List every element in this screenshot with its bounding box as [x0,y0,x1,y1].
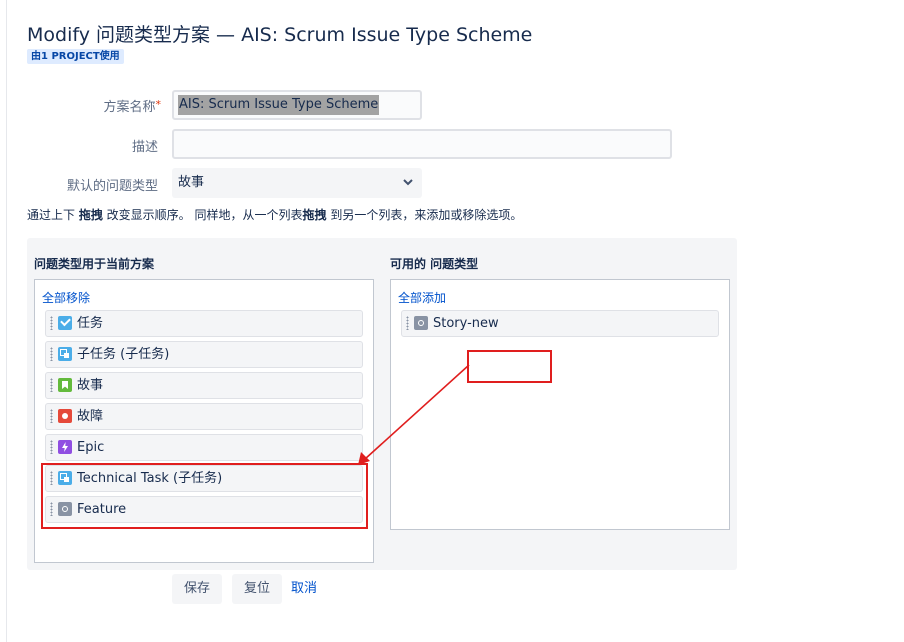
usage-badge: 由1 PROJECT使用 [27,49,124,64]
instr-bold1: 拖拽 [78,208,103,222]
add-all-link[interactable]: 全部添加 [398,289,446,306]
scheme-name-value: AIS: Scrum Issue Type Scheme [178,95,380,115]
page-left-border [6,0,7,642]
list-item-label: 故事 [77,378,104,393]
list-item-label: Epic [77,440,105,455]
list-item-epic[interactable]: Epic [45,434,363,461]
description-label: 描述 [131,140,158,155]
list-item-task[interactable]: 任务 [45,310,363,337]
drag-handle-icon[interactable] [50,316,53,330]
bug-icon [58,409,72,423]
drag-instructions: 通过上下 拖拽 改变显示顺序。 同样地，从一个列表拖拽 到另一个列表，来添加或移… [27,206,522,223]
list-item-label: 任务 [77,316,104,331]
list-item-story-new[interactable]: Story-new [401,310,719,337]
cancel-link[interactable]: 取消 [291,574,317,604]
current-list-title: 问题类型用于当前方案 [34,257,155,271]
instr-part1: 通过上下 [27,208,79,222]
annotation-highlight-box [41,463,368,529]
drag-handle-icon[interactable] [50,347,53,361]
generic-issue-icon [414,316,428,330]
list-item-subtask[interactable]: 子任务 (子任务) [45,341,363,368]
scheme-name-label-text: 方案名称 [103,100,156,115]
remove-all-link[interactable]: 全部移除 [42,289,90,306]
required-mark: * [155,98,162,111]
task-icon [58,316,72,330]
default-issue-type-label: 默认的问题类型 [66,179,158,194]
annotation-target-box [467,350,552,383]
default-issue-type-select[interactable]: 故事 [172,168,422,198]
reset-button[interactable]: 复位 [232,574,282,604]
list-item-story[interactable]: 故事 [45,372,363,399]
list-item-label: 子任务 (子任务) [77,347,170,362]
story-icon [58,378,72,392]
description-input[interactable] [172,129,672,159]
instr-part3: 到另一个列表，来添加或移除选项。 [326,208,523,222]
chevron-down-icon [402,168,414,209]
drag-handle-icon[interactable] [406,316,409,330]
instr-part2: 改变显示顺序。 同样地，从一个列表 [102,208,303,222]
scheme-name-label: 方案名称* [60,96,161,115]
subtask-icon [58,347,72,361]
scheme-name-input[interactable]: AIS: Scrum Issue Type Scheme [172,90,422,120]
list-item-label: 故障 [77,409,104,424]
epic-icon [58,440,72,454]
available-list-title: 可用的 问题类型 [390,257,479,271]
drag-handle-icon[interactable] [50,409,53,423]
drag-handle-icon[interactable] [50,378,53,392]
page-title: Modify 问题类型方案 — AIS: Scrum Issue Type Sc… [27,24,533,46]
instr-bold2: 拖拽 [302,208,327,222]
save-button[interactable]: 保存 [172,574,222,604]
drag-handle-icon[interactable] [50,440,53,454]
list-item-label: Story-new [433,316,499,331]
list-item-bug[interactable]: 故障 [45,403,363,430]
default-issue-type-value: 故事 [178,175,205,190]
